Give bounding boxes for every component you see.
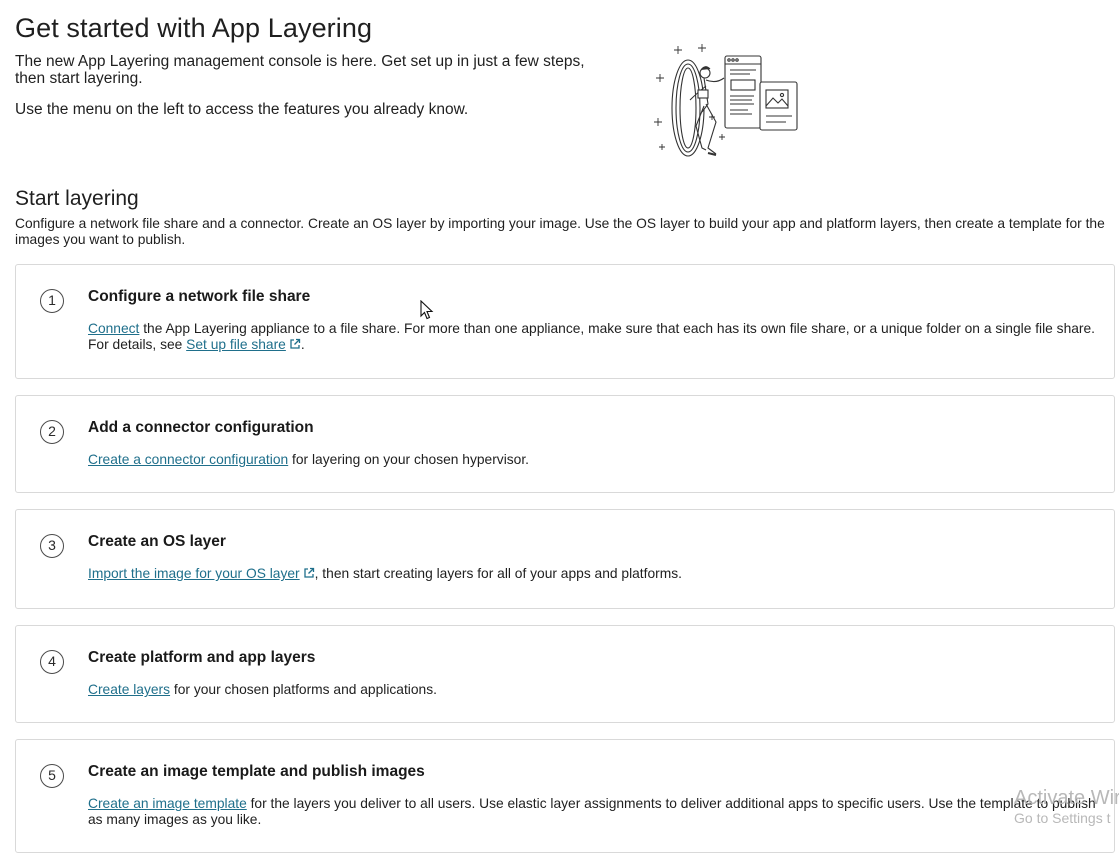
windows-activation-watermark: Activate Wir Go to Settings t bbox=[1014, 787, 1119, 827]
step-number-3: 3 bbox=[40, 534, 64, 558]
create-connector-configuration-link[interactable]: Create a connector configuration bbox=[88, 452, 288, 467]
step-body-4: Create layers for your chosen platforms … bbox=[88, 682, 1088, 698]
step-text-1b: . bbox=[300, 337, 305, 352]
step-title-4: Create platform and app layers bbox=[88, 649, 316, 666]
external-link-icon[interactable] bbox=[289, 338, 301, 350]
create-image-template-link[interactable]: Create an image template bbox=[88, 796, 247, 811]
create-layers-link[interactable]: Create layers bbox=[88, 682, 170, 697]
step-title-5: Create an image template and publish ima… bbox=[88, 763, 425, 780]
step-number-5: 5 bbox=[40, 764, 64, 788]
step-card-3: 3 Create an OS layer Import the image fo… bbox=[15, 509, 1115, 609]
step-number-2: 2 bbox=[40, 420, 64, 444]
step-number-4: 4 bbox=[40, 650, 64, 674]
step-text-3: , then start creating layers for all of … bbox=[314, 566, 682, 581]
step-number-1: 1 bbox=[40, 289, 64, 313]
watermark-line-1: Activate Wir bbox=[1014, 787, 1119, 809]
watermark-line-2: Go to Settings t bbox=[1014, 810, 1111, 826]
page-title: Get started with App Layering bbox=[15, 13, 373, 43]
hero-illustration bbox=[654, 44, 798, 157]
start-layering-description: Configure a network file share and a con… bbox=[15, 216, 1105, 247]
step-title-3: Create an OS layer bbox=[88, 533, 226, 550]
step-body-2: Create a connector configuration for lay… bbox=[88, 452, 1088, 468]
connect-link[interactable]: Connect bbox=[88, 321, 139, 336]
step-text-2: for layering on your chosen hypervisor. bbox=[288, 452, 529, 467]
import-os-layer-link[interactable]: Import the image for your OS layer bbox=[88, 566, 300, 581]
external-link-icon[interactable] bbox=[303, 567, 315, 579]
step-title-1: Configure a network file share bbox=[88, 288, 311, 305]
start-layering-title: Start layering bbox=[15, 187, 139, 210]
intro-text: The new App Layering management console … bbox=[15, 53, 585, 87]
step-text-4: for your chosen platforms and applicatio… bbox=[170, 682, 437, 697]
step-card-1: 1 Configure a network file share Connect… bbox=[15, 264, 1115, 379]
step-body-3: Import the image for your OS layer , then… bbox=[88, 566, 1088, 582]
setup-file-share-link[interactable]: Set up file share bbox=[186, 337, 286, 352]
step-title-2: Add a connector configuration bbox=[88, 419, 314, 436]
step-card-5: 5 Create an image template and publish i… bbox=[15, 739, 1115, 853]
mouse-pointer-icon bbox=[420, 300, 434, 320]
intro-menu-hint: Use the menu on the left to access the f… bbox=[15, 101, 469, 118]
step-body-5: Create an image template for the layers … bbox=[88, 796, 1098, 828]
step-body-1: Connect the App Layering appliance to a … bbox=[88, 321, 1098, 353]
step-card-4: 4 Create platform and app layers Create … bbox=[15, 625, 1115, 723]
step-card-2: 2 Add a connector configuration Create a… bbox=[15, 395, 1115, 493]
